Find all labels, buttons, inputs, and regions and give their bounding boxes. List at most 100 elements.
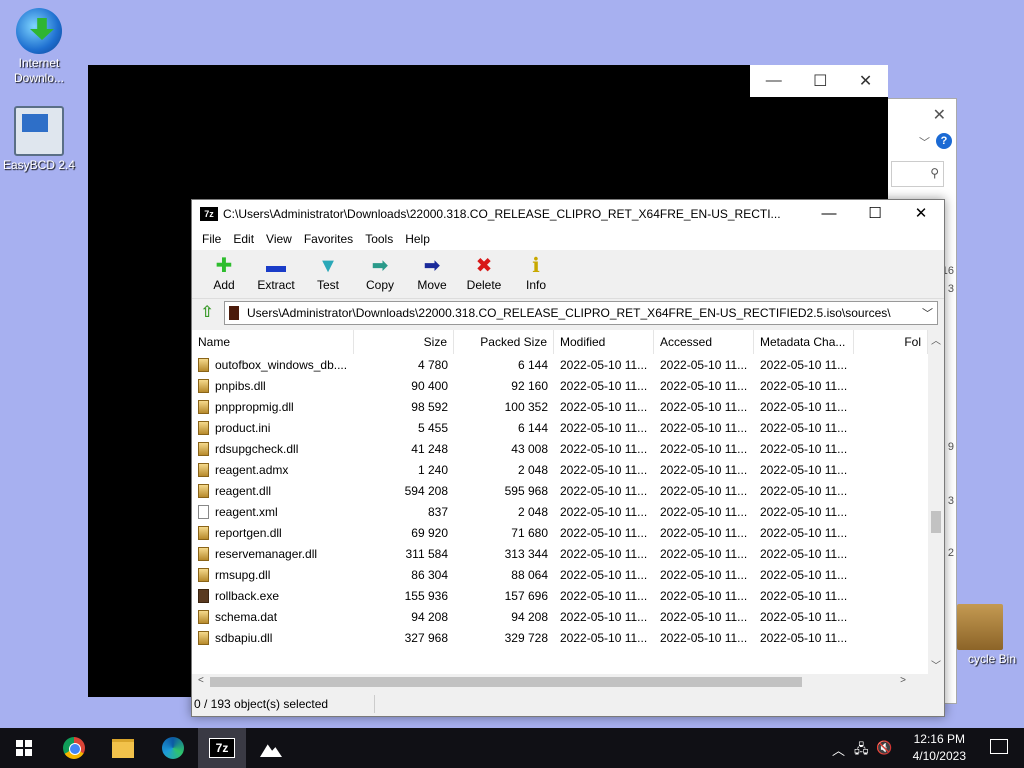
table-row[interactable]: rollback.exe 155 936 157 696 2022-05-10 11.…	[192, 585, 928, 606]
test-button[interactable]: ▼ Test	[302, 250, 354, 298]
move-icon: ➡	[423, 255, 441, 277]
table-header: Name Size Packed Size Modified Accessed …	[192, 330, 928, 354]
table-row[interactable]: sdbapiu.dll 327 968 329 728 2022-05-10 11..…	[192, 627, 928, 648]
file-accessed: 2022-05-10 11...	[660, 399, 748, 414]
file-modified: 2022-05-10 11...	[560, 546, 648, 561]
column-header-size[interactable]: Size	[354, 330, 454, 354]
taskbar-photos[interactable]	[247, 728, 295, 768]
scrollbar-thumb[interactable]	[931, 511, 941, 533]
table-row[interactable]: product.ini 5 455 6 144 2022-05-10 11... 202…	[192, 417, 928, 438]
file-list[interactable]: Name Size Packed Size Modified Accessed …	[192, 330, 928, 674]
copy-button[interactable]: ➡ Copy	[354, 250, 406, 298]
table-row[interactable]: reagent.xml 837 2 048 2022-05-10 11... 2022-…	[192, 501, 928, 522]
desktop-icon-internet-download-manager[interactable]: Internet Downlo...	[2, 8, 76, 86]
maximize-button[interactable]: ☐	[813, 71, 827, 91]
desktop-icon-easybcd[interactable]: EasyBCD 2.4	[2, 106, 76, 173]
file-size: 69 920	[411, 525, 448, 540]
toolbar-label: Test	[316, 278, 339, 292]
scroll-up-icon[interactable]: ︿	[928, 332, 944, 347]
taskbar-edge[interactable]	[149, 728, 197, 768]
column-header-accessed[interactable]: Accessed	[654, 330, 754, 354]
file-packed-size: 94 208	[511, 609, 548, 624]
table-row[interactable]: pnppropmig.dll 98 592 100 352 2022-05-10 11…	[192, 396, 928, 417]
menu-favorites[interactable]: Favorites	[298, 232, 359, 246]
edge-icon	[162, 737, 184, 759]
file-accessed: 2022-05-10 11...	[660, 567, 748, 582]
column-header-folders[interactable]: Fol	[854, 330, 928, 354]
list-item: 2	[947, 547, 954, 559]
scroll-right-icon[interactable]: >	[900, 675, 906, 686]
menu-view[interactable]: View	[260, 232, 298, 246]
minimize-button[interactable]: —	[766, 72, 782, 90]
close-icon[interactable]: ✕	[933, 105, 946, 125]
file-modified: 2022-05-10 11...	[560, 357, 648, 372]
taskbar-7zip[interactable]: 7z	[198, 728, 246, 768]
file-metadata-changed: 2022-05-10 11...	[760, 399, 848, 414]
search-icon: ⚲	[930, 166, 939, 180]
column-header-metadata[interactable]: Metadata Cha...	[754, 330, 854, 354]
status-selection: 0 / 193 object(s) selected	[192, 695, 375, 713]
chevron-down-icon[interactable]: ﹀	[922, 305, 933, 321]
file-packed-size: 92 160	[511, 378, 548, 393]
add-button[interactable]: ✚ Add	[198, 250, 250, 298]
file-name-text: reservemanager.dll	[215, 546, 318, 561]
file-size: 86 304	[411, 567, 448, 582]
file-size: 94 208	[411, 609, 448, 624]
address-input[interactable]: Users\Administrator\Downloads\22000.318.…	[224, 301, 938, 325]
file-explorer-icon	[112, 738, 134, 758]
volume-muted-icon[interactable]: 🔇	[876, 740, 892, 756]
file-packed-size: 6 144	[517, 357, 548, 372]
taskbar-file-explorer[interactable]	[99, 728, 147, 768]
delete-button[interactable]: ✖ Delete	[458, 250, 510, 298]
file-modified: 2022-05-10 11...	[560, 462, 648, 477]
chevron-down-icon[interactable]: ﹀	[919, 134, 930, 150]
move-button[interactable]: ➡ Move	[406, 250, 458, 298]
scroll-down-icon[interactable]: ﹀	[928, 657, 944, 672]
menu-help[interactable]: Help	[399, 232, 436, 246]
info-button[interactable]: ℹ Info	[510, 250, 562, 298]
menu-tools[interactable]: Tools	[359, 232, 399, 246]
close-button[interactable]: ✕	[859, 71, 872, 91]
scroll-left-icon[interactable]: <	[198, 675, 204, 686]
dll-file-icon	[198, 546, 209, 561]
table-row[interactable]: reagent.dll 594 208 595 968 2022-05-10 11..…	[192, 480, 928, 501]
7zip-app-icon: 7z	[200, 207, 218, 221]
table-row[interactable]: reservemanager.dll 311 584 313 344 2022-05-…	[192, 543, 928, 564]
scrollbar-thumb[interactable]	[210, 677, 802, 687]
extract-button[interactable]: ▬ Extract	[250, 250, 302, 298]
menu-file[interactable]: File	[196, 232, 227, 246]
vertical-scrollbar[interactable]: ︿ ﹀	[928, 330, 944, 674]
file-modified: 2022-05-10 11...	[560, 378, 648, 393]
start-button[interactable]	[0, 728, 48, 768]
close-button[interactable]: ✕	[898, 200, 944, 228]
menu-edit[interactable]: Edit	[227, 232, 260, 246]
file-name: pnppropmig.dll	[192, 399, 354, 414]
column-header-packed-size[interactable]: Packed Size	[454, 330, 554, 354]
table-row[interactable]: reagent.admx 1 240 2 048 2022-05-10 11... 20…	[192, 459, 928, 480]
table-row[interactable]: reportgen.dll 69 920 71 680 2022-05-10 11..…	[192, 522, 928, 543]
maximize-button[interactable]: ☐	[852, 200, 898, 228]
table-row[interactable]: pnpibs.dll 90 400 92 160 2022-05-10 11... 20…	[192, 375, 928, 396]
network-icon[interactable]: 🖧	[854, 740, 869, 762]
help-icon[interactable]: ?	[936, 133, 952, 149]
list-item: 3	[947, 495, 954, 507]
table-row[interactable]: rdsupgcheck.dll 41 248 43 008 2022-05-10 11…	[192, 438, 928, 459]
taskbar-chrome[interactable]	[50, 728, 98, 768]
up-folder-icon[interactable]: ⇧	[196, 302, 218, 324]
table-row[interactable]: rmsupg.dll 86 304 88 064 2022-05-10 11... 20…	[192, 564, 928, 585]
notification-icon[interactable]	[990, 739, 1008, 754]
chevron-up-icon[interactable]: ︿	[832, 740, 845, 759]
folder-icon	[229, 306, 239, 320]
table-row[interactable]: outofbox_windows_db.... 4 780 6 144 2022-05…	[192, 354, 928, 375]
table-row[interactable]: schema.dat 94 208 94 208 2022-05-10 11... 20…	[192, 606, 928, 627]
file-name-text: rmsupg.dll	[215, 567, 271, 582]
column-header-modified[interactable]: Modified	[554, 330, 654, 354]
minimize-button[interactable]: —	[806, 200, 852, 228]
search-input[interactable]: ⚲	[891, 161, 944, 187]
horizontal-scrollbar[interactable]: < >	[192, 674, 928, 690]
clock[interactable]: 12:16 PM 4/10/2023	[913, 731, 966, 765]
file-size: 90 400	[411, 378, 448, 393]
file-size: 4 780	[417, 357, 448, 372]
column-header-name[interactable]: Name	[192, 330, 354, 354]
title-bar[interactable]: 7z C:\Users\Administrator\Downloads\2200…	[192, 200, 944, 228]
